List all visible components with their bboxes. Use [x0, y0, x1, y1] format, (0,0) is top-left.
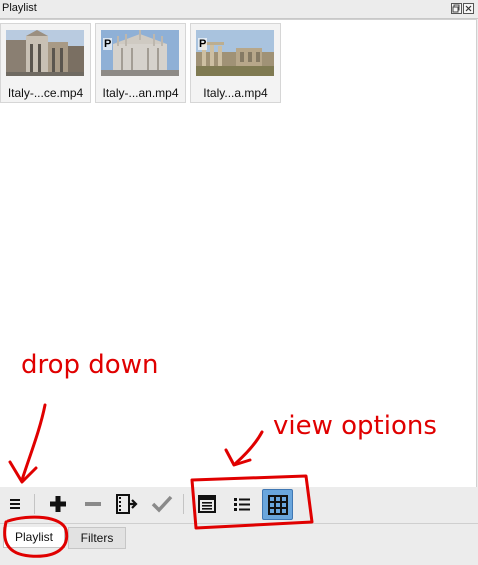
details-view-icon[interactable] — [193, 490, 221, 518]
annotation-view-options: view options — [273, 411, 437, 441]
list-view-icon[interactable] — [228, 490, 256, 518]
proxy-badge: P — [198, 38, 208, 50]
playlist-toolbar — [0, 487, 478, 523]
playlist-item[interactable]: Italy-...an.mp4 — [95, 23, 186, 103]
item-label: Italy-...ce.mp4 — [7, 86, 84, 100]
toolbar-separator — [183, 494, 184, 514]
dock-tab-bar: Playlist Filters — [0, 523, 478, 565]
minus-icon[interactable] — [79, 490, 107, 518]
proxy-badge: P — [103, 38, 113, 50]
annotation-dropdown: drop down — [21, 350, 159, 380]
playlist-item[interactable]: Italy-...ce.mp4 — [0, 23, 91, 103]
close-icon[interactable] — [463, 3, 474, 14]
plus-icon[interactable] — [44, 490, 72, 518]
video-thumbnail — [196, 30, 274, 76]
hamburger-menu-icon[interactable] — [1, 490, 29, 518]
video-thumbnail — [101, 30, 179, 76]
panel-title: Playlist — [2, 2, 37, 14]
checkmark-icon[interactable] — [148, 490, 176, 518]
panel-titlebar: Playlist — [0, 0, 478, 19]
video-thumbnail — [6, 30, 84, 76]
tab-filters[interactable]: Filters — [68, 527, 126, 549]
playlist-item[interactable]: Italy...a.mp4 — [190, 23, 281, 103]
item-label: Italy...a.mp4 — [203, 86, 268, 100]
tiles-view-icon[interactable] — [262, 489, 293, 520]
film-arrow-icon[interactable] — [113, 490, 141, 518]
float-window-icon[interactable] — [451, 3, 462, 14]
toolbar-separator — [34, 494, 35, 514]
item-label: Italy-...an.mp4 — [102, 86, 179, 100]
tab-playlist[interactable]: Playlist — [3, 527, 65, 548]
